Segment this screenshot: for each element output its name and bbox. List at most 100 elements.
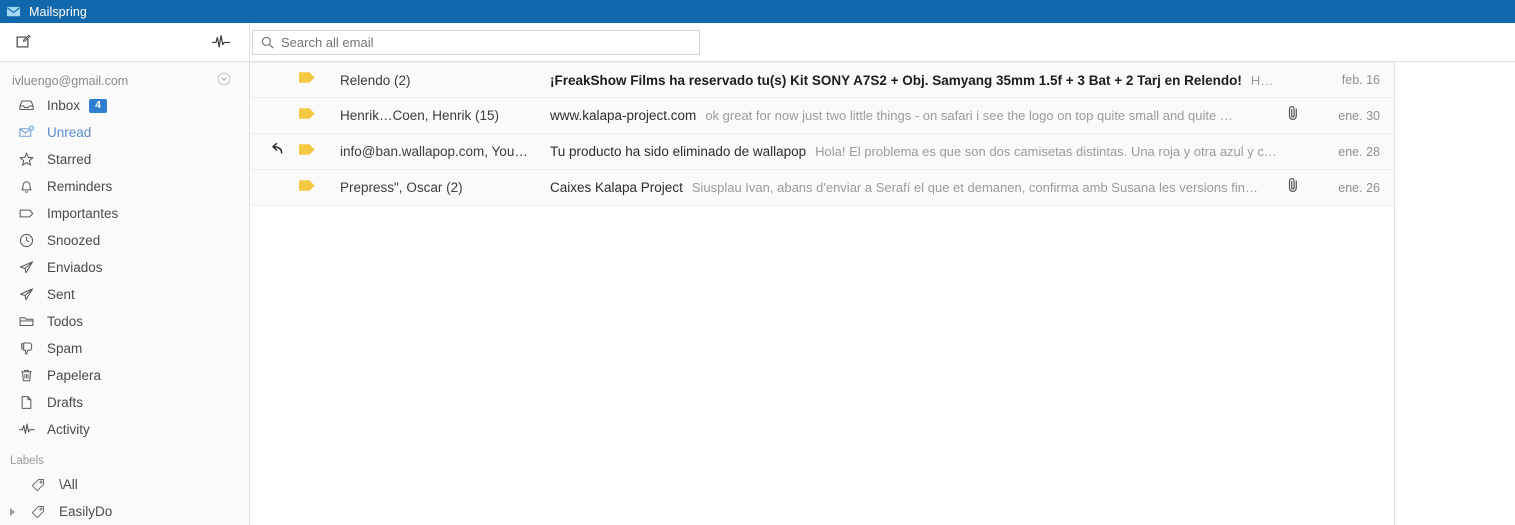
window-title: Mailspring xyxy=(29,4,87,19)
participants: info@ban.wallapop.com, You… xyxy=(340,144,528,159)
attachment-cell xyxy=(1280,177,1306,198)
inbox-icon xyxy=(18,97,38,114)
sidebar-item-all-label[interactable]: \All xyxy=(0,471,249,498)
chevron-down-circle-icon[interactable] xyxy=(217,72,231,91)
message-list: Relendo (2) ¡FreakShow Films ha reservad… xyxy=(250,62,1395,525)
sidebar-item-reminders[interactable]: Reminders xyxy=(0,173,249,200)
participants: Prepress", Oscar (2) xyxy=(340,180,463,195)
search-input[interactable] xyxy=(281,34,691,50)
subject: ¡FreakShow Films ha reservado tu(s) Kit … xyxy=(550,72,1242,88)
labels-section-header: Labels xyxy=(10,455,44,467)
disclosure-triangle-icon[interactable] xyxy=(10,507,15,516)
account-email: ivluengo@gmail.com xyxy=(12,74,129,88)
tag-icon xyxy=(298,106,317,126)
sidebar-item-label: Papelera xyxy=(47,368,102,383)
send-icon xyxy=(18,259,38,276)
snippet: Hola, Ivan, Fr… xyxy=(1250,72,1280,88)
sidebar-item-label: \All xyxy=(59,477,78,492)
tag-icon xyxy=(30,504,50,520)
sidebar-item-activity[interactable]: Activity xyxy=(0,416,249,443)
subject: Caixes Kalapa Project xyxy=(550,180,683,195)
main-body: ivluengo@gmail.com Inbox 4 Unread Starre… xyxy=(0,62,1515,525)
sidebar-item-label: Reminders xyxy=(47,179,113,194)
reading-pane xyxy=(1395,62,1515,525)
subject: www.kalapa-project.com xyxy=(550,108,697,123)
snippet: Hola! El problema es que son dos camiset… xyxy=(815,144,1277,159)
tag-cell xyxy=(298,142,340,162)
snippet: ok great for now just two little things … xyxy=(705,108,1233,123)
tag-icon xyxy=(30,477,50,493)
subject: Tu producto ha sido eliminado de wallapo… xyxy=(550,144,807,159)
sidebar-item-unread[interactable]: Unread xyxy=(0,119,249,146)
sidebar-item-snoozed[interactable]: Snoozed xyxy=(0,227,249,254)
search-box[interactable] xyxy=(252,29,700,55)
sidebar-item-label: Starred xyxy=(47,152,92,167)
date: ene. 26 xyxy=(1338,180,1380,195)
participants: Henrik…Coen, Henrik (15) xyxy=(340,108,500,123)
envelope-icon xyxy=(6,4,21,19)
sidebar-item-label: Snoozed xyxy=(47,233,101,248)
tag-cell xyxy=(298,106,340,126)
folder-icon xyxy=(18,313,38,330)
sidebar-item-label: Unread xyxy=(47,125,92,140)
sidebar-item-label: Enviados xyxy=(47,260,103,275)
tag-icon xyxy=(298,178,317,198)
paperclip-icon xyxy=(1286,105,1300,126)
snippet: Siusplau Ivan, abans d'enviar a Serafí e… xyxy=(691,180,1258,195)
subject-and-snippet: www.kalapa-project.com ok great for now … xyxy=(550,108,1280,123)
table-row[interactable]: Relendo (2) ¡FreakShow Films ha reservad… xyxy=(250,62,1394,98)
sidebar-item-todos[interactable]: Todos xyxy=(0,308,249,335)
activity-pulse-icon[interactable] xyxy=(211,33,231,51)
sidebar-item-label: Activity xyxy=(47,422,90,437)
clock-icon xyxy=(18,232,38,249)
sidebar-item-drafts[interactable]: Drafts xyxy=(0,389,249,416)
inbox-unread-badge: 4 xyxy=(89,98,108,113)
activity-pulse-icon xyxy=(18,421,38,438)
important-tag-icon xyxy=(18,205,38,222)
sidebar-item-label: Sent xyxy=(47,287,75,302)
date: feb. 16 xyxy=(1341,73,1380,87)
sidebar-item-easilydo-label[interactable]: EasilyDo xyxy=(0,498,249,525)
tag-cell xyxy=(298,178,340,198)
toolbar-left-section xyxy=(0,23,250,61)
sidebar-item-label: Spam xyxy=(47,341,83,356)
tag-cell xyxy=(298,70,340,90)
subject-and-snippet: Caixes Kalapa Project Siusplau Ivan, aba… xyxy=(550,180,1280,195)
star-icon xyxy=(18,151,38,168)
sidebar-item-papelera[interactable]: Papelera xyxy=(0,362,249,389)
account-row[interactable]: ivluengo@gmail.com xyxy=(0,70,249,92)
sidebar-item-spam[interactable]: Spam xyxy=(0,335,249,362)
sidebar-item-label: Inbox xyxy=(47,98,81,113)
sidebar-item-inbox[interactable]: Inbox 4 xyxy=(0,92,249,119)
toolbar xyxy=(0,23,1515,62)
sidebar-item-label: Importantes xyxy=(47,206,119,221)
date: ene. 28 xyxy=(1338,144,1380,159)
sidebar-item-label: EasilyDo xyxy=(59,504,113,519)
unread-envelope-icon xyxy=(18,124,38,141)
table-row[interactable]: Prepress", Oscar (2) Caixes Kalapa Proje… xyxy=(250,170,1394,206)
subject-and-snippet: Tu producto ha sido eliminado de wallapo… xyxy=(550,144,1280,159)
compose-icon[interactable] xyxy=(14,33,32,51)
thumbs-down-icon xyxy=(18,340,38,357)
sidebar-item-label: Todos xyxy=(47,314,84,329)
toolbar-right-section xyxy=(250,23,1515,61)
sidebar-item-label: Drafts xyxy=(47,395,84,410)
reply-indicator-cell xyxy=(250,142,298,161)
subject-and-snippet: ¡FreakShow Films ha reservado tu(s) Kit … xyxy=(550,73,1280,88)
mailspring-window: Mailspring Search all email ivluengo@gma… xyxy=(0,0,1515,525)
paperclip-icon xyxy=(1286,177,1300,198)
reply-arrow-icon xyxy=(266,142,283,161)
participants: Relendo (2) xyxy=(340,72,411,88)
sidebar-item-starred[interactable]: Starred xyxy=(0,146,249,173)
tag-icon xyxy=(298,142,317,162)
search-icon xyxy=(261,36,274,49)
table-row[interactable]: info@ban.wallapop.com, You… Tu producto … xyxy=(250,134,1394,170)
send-icon xyxy=(18,286,38,303)
sidebar-item-enviados[interactable]: Enviados xyxy=(0,254,249,281)
tag-icon xyxy=(298,70,317,90)
table-row[interactable]: Henrik…Coen, Henrik (15) www.kalapa-proj… xyxy=(250,98,1394,134)
sidebar-item-importantes[interactable]: Importantes xyxy=(0,200,249,227)
sidebar-item-sent[interactable]: Sent xyxy=(0,281,249,308)
title-bar: Mailspring xyxy=(0,0,1515,23)
file-icon xyxy=(18,394,38,411)
